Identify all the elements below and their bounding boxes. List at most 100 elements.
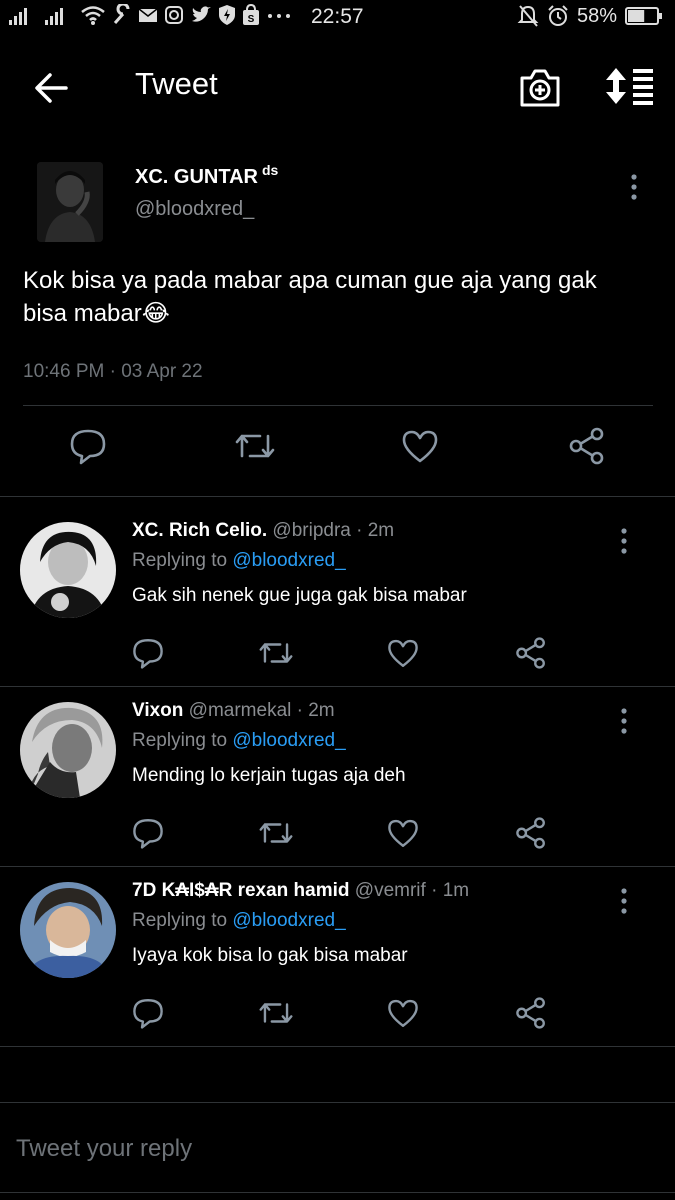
reply-header: Vixon @marmekal · 2m (132, 700, 335, 722)
author-handle-time[interactable]: @bripdra · 2m (267, 520, 394, 541)
reply-menu-button[interactable] (614, 706, 634, 736)
share-icon (516, 637, 545, 669)
reply-item[interactable]: XC. Rich Celio. @bripdra · 2m Replying t… (0, 506, 675, 686)
avatar[interactable] (20, 522, 116, 618)
retweet-button[interactable] (258, 996, 293, 1030)
wrench-icon (113, 4, 130, 24)
reply-menu-button[interactable] (614, 526, 634, 556)
avatar[interactable] (20, 702, 116, 798)
more-vertical-icon (621, 888, 627, 914)
retweet-icon (259, 1003, 293, 1023)
share-button[interactable] (514, 816, 548, 850)
tweet-actions (0, 426, 675, 476)
more-vertical-icon (621, 708, 627, 734)
reply-button[interactable] (131, 816, 165, 850)
alarm-icon (548, 5, 568, 26)
like-button[interactable] (400, 426, 440, 466)
heart-icon (388, 999, 418, 1027)
share-icon (516, 817, 545, 849)
camera-plus-icon (520, 69, 560, 107)
divider (23, 405, 653, 406)
comment-icon (70, 429, 106, 465)
profile-photo (20, 522, 116, 618)
back-button[interactable] (30, 65, 76, 111)
comment-icon (133, 999, 163, 1029)
heart-icon (402, 430, 438, 463)
tweet-menu-button[interactable] (624, 172, 644, 202)
arrow-left-icon (35, 73, 68, 103)
divider (0, 1102, 675, 1103)
profile-photo (37, 162, 103, 242)
sort-icon (606, 68, 653, 105)
mention-link[interactable]: @bloodxred_ (232, 730, 345, 751)
retweet-icon (259, 643, 293, 663)
profile-photo (20, 702, 116, 798)
reply-header: 7D K₳I$₳R rexan hamid @vemrif · 1m (132, 880, 469, 902)
reply-header: XC. Rich Celio. @bripdra · 2m (132, 520, 394, 542)
author-handle-time[interactable]: @marmekal · 2m (183, 700, 335, 721)
avatar[interactable] (37, 162, 103, 242)
status-icons-left: S (8, 4, 292, 26)
share-button[interactable] (514, 996, 548, 1030)
author-name[interactable]: XC. GUNTAR ds (135, 162, 278, 189)
share-icon (516, 997, 545, 1029)
replying-to-label: Replying to (132, 550, 233, 571)
retweet-button[interactable] (234, 426, 275, 466)
more-vertical-icon (631, 174, 637, 200)
reply-text: Gak sih nenek gue juga gak bisa mabar (132, 585, 467, 606)
author-handle-time[interactable]: @vemrif · 1m (350, 880, 469, 901)
retweet-button[interactable] (258, 816, 293, 850)
reply-item[interactable]: 7D K₳I$₳R rexan hamid @vemrif · 1m Reply… (0, 866, 675, 1046)
shopping-icon: S (243, 4, 259, 25)
status-bar: S 22:57 58% (0, 0, 675, 36)
author-name-badge: ds (261, 162, 279, 178)
reply-button[interactable] (68, 426, 108, 466)
author-name[interactable]: XC. Rich Celio. (132, 520, 267, 541)
wifi-icon (81, 6, 105, 25)
reply-actions (0, 996, 675, 1032)
tweet-text: Kok bisa ya pada mabar apa cuman gue aja… (23, 267, 597, 327)
tweet-timestamp: 10:46 PM · 03 Apr 22 (23, 361, 203, 382)
page-title: Tweet (135, 66, 218, 101)
tweet-detail-screen: S 22:57 58% Tweet XC. GUNTAR ds @bloodxr… (0, 0, 675, 1200)
like-button[interactable] (386, 636, 420, 670)
more-dots-icon (268, 14, 290, 18)
retweet-icon (259, 823, 293, 843)
like-button[interactable] (386, 996, 420, 1030)
reply-menu-button[interactable] (614, 886, 634, 916)
screenshot-button[interactable] (518, 66, 562, 110)
reply-item[interactable]: Vixon @marmekal · 2m Replying to @bloodx… (0, 686, 675, 866)
like-button[interactable] (386, 816, 420, 850)
replying-to-label: Replying to (132, 910, 233, 931)
reply-button[interactable] (131, 996, 165, 1030)
mention-link[interactable]: @bloodxred_ (232, 550, 345, 571)
twitter-icon (192, 6, 211, 22)
reply-button[interactable] (131, 636, 165, 670)
battery-icon (625, 7, 662, 25)
reply-composer (0, 1102, 675, 1200)
mail-icon (138, 8, 158, 22)
battery-percent: 58% (576, 4, 617, 27)
author-display-name: XC. GUNTAR (135, 166, 258, 188)
reply-text: Iyaya kok bisa lo gak bisa mabar (132, 945, 408, 966)
profile-photo (20, 882, 116, 978)
avatar[interactable] (20, 882, 116, 978)
share-button[interactable] (567, 426, 607, 466)
more-vertical-icon (621, 528, 627, 554)
signal-icon (9, 8, 27, 25)
share-button[interactable] (514, 636, 548, 670)
mention-link[interactable]: @bloodxred_ (232, 910, 345, 931)
comment-icon (133, 819, 163, 849)
author-name[interactable]: 7D K₳I$₳R rexan hamid (132, 880, 350, 901)
author-handle[interactable]: @bloodxred_ (135, 198, 254, 221)
sort-replies-button[interactable] (603, 66, 657, 106)
retweet-icon (235, 434, 275, 458)
heart-icon (388, 639, 418, 667)
replying-to: Replying to @bloodxred_ (132, 730, 346, 752)
instagram-icon (165, 6, 183, 24)
replying-to: Replying to @bloodxred_ (132, 550, 346, 572)
retweet-button[interactable] (258, 636, 293, 670)
status-time: 22:57 (311, 5, 364, 28)
author-name[interactable]: Vixon (132, 700, 183, 721)
reply-input[interactable] (14, 1128, 658, 1170)
